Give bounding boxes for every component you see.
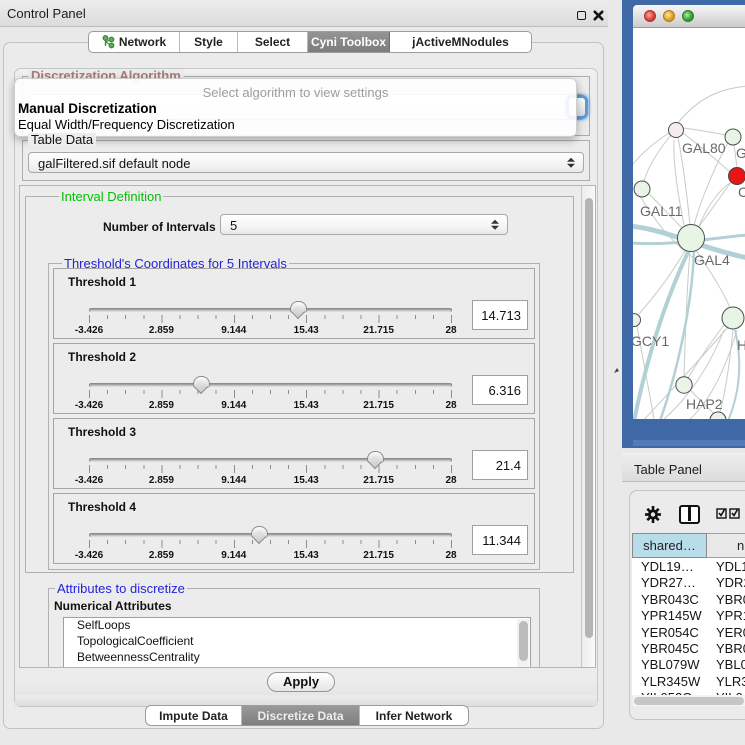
svg-text:GAL11: GAL11 xyxy=(640,203,683,219)
svg-text:GCY1: GCY1 xyxy=(633,333,669,349)
svg-text:GAL4: GAL4 xyxy=(694,252,730,268)
svg-text:H: H xyxy=(737,337,745,353)
svg-text:GA: GA xyxy=(736,145,745,161)
svg-text:GAL80: GAL80 xyxy=(682,140,726,156)
svg-text:C: C xyxy=(738,184,745,200)
svg-text:HAP2: HAP2 xyxy=(686,396,723,412)
